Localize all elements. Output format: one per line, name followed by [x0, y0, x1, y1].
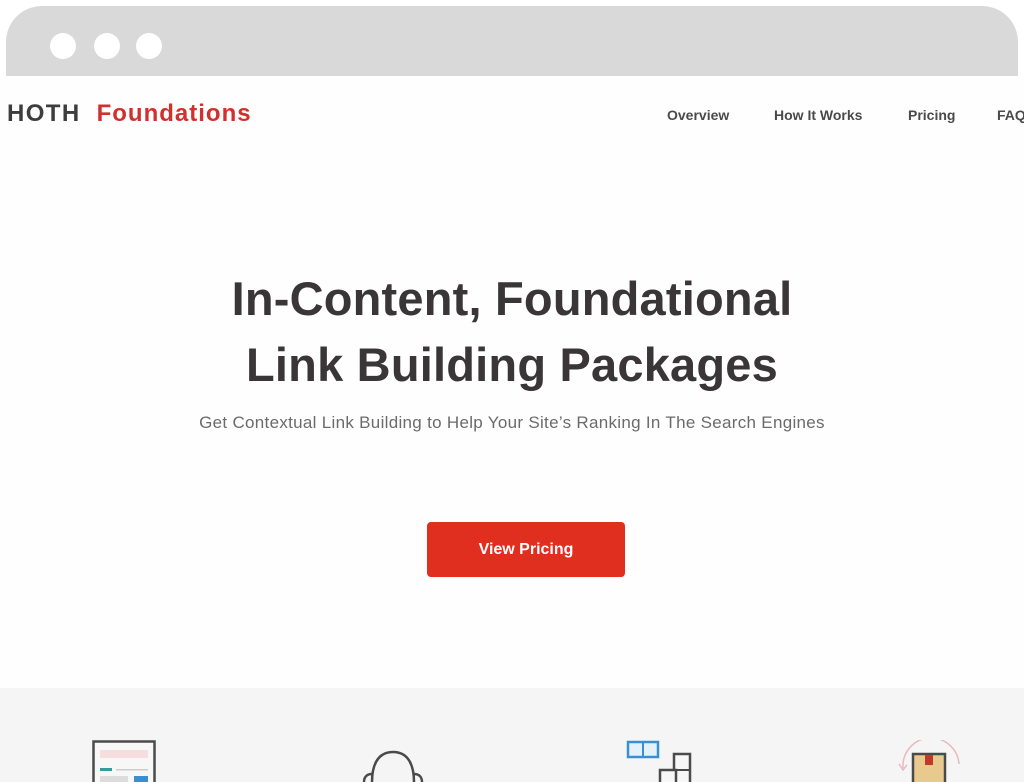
- nav-link-how-it-works[interactable]: How It Works: [774, 107, 862, 123]
- site-logo[interactable]: HOTH Foundations: [7, 100, 252, 128]
- navbar: HOTH Foundations Overview How It Works Pr…: [0, 76, 1024, 156]
- window-minimize-dot[interactable]: [94, 33, 120, 59]
- hero-section: In-Content, Foundational Link Building P…: [0, 266, 1024, 438]
- document-form-icon: [92, 740, 156, 782]
- browser-title-bar: [4, 4, 1020, 76]
- hero-subtitle: Get Contextual Link Building to Help You…: [199, 413, 825, 432]
- nav-link-overview[interactable]: Overview: [667, 107, 729, 123]
- logo-primary: HOTH: [7, 100, 81, 127]
- hero-title-line2: Link Building Packages: [246, 338, 778, 391]
- hero-title-line1: In-Content, Foundational: [231, 272, 793, 325]
- features-section: [0, 688, 1024, 782]
- browser-chrome: [0, 0, 1024, 76]
- nav-link-faq[interactable]: FAQ: [997, 107, 1024, 123]
- package-return-icon: [898, 740, 960, 782]
- blocks-layout-icon: [626, 740, 692, 782]
- web-page: HOTH Foundations Overview How It Works Pr…: [0, 76, 1024, 782]
- window-maximize-dot[interactable]: [136, 33, 162, 59]
- view-pricing-button[interactable]: View Pricing: [427, 522, 625, 577]
- person-headset-icon: [362, 750, 424, 782]
- window-close-dot[interactable]: [50, 33, 76, 59]
- nav-link-pricing[interactable]: Pricing: [908, 107, 955, 123]
- hero-title: In-Content, Foundational Link Building P…: [162, 266, 862, 398]
- logo-secondary: Foundations: [96, 100, 252, 127]
